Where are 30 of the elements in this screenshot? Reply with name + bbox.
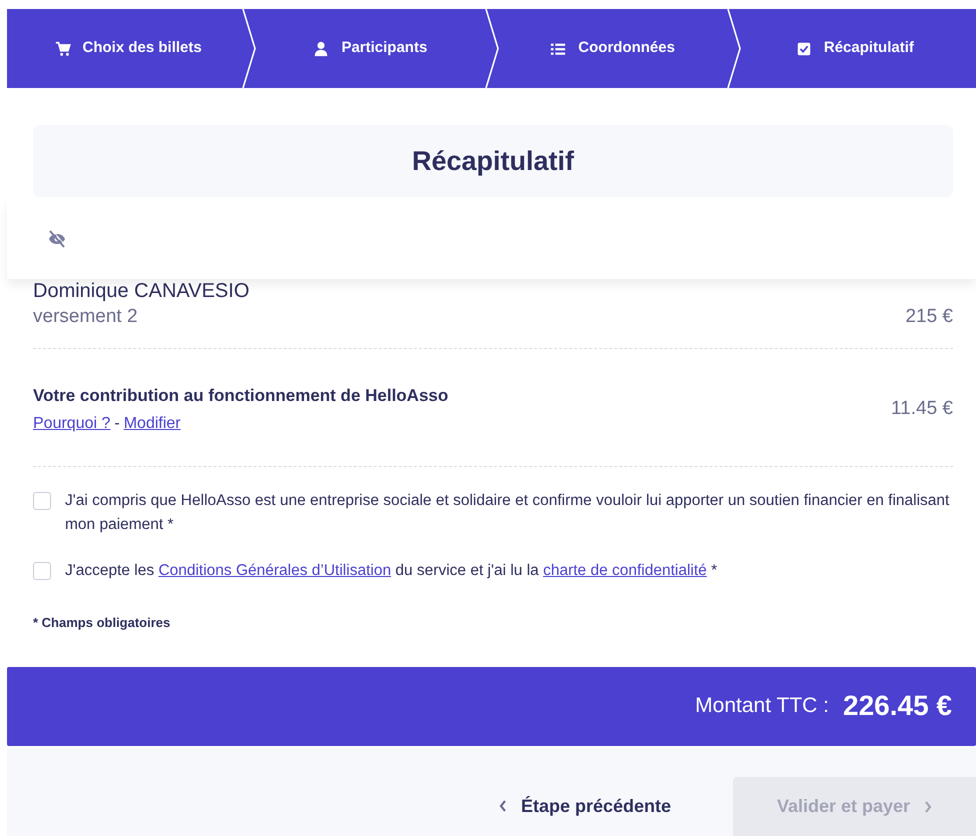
text-link[interactable]: Modifier: [124, 412, 181, 436]
step-label: Coordonnées: [578, 38, 675, 58]
contribution-amount: 11.45 €: [891, 397, 953, 421]
required-note: * Champs obligatoires: [33, 614, 172, 632]
checkbox-icon: [796, 40, 812, 56]
consent-text: J'ai compris que HelloAsso est une entreprise sociale et solidaire et confirme vouloir lui apporter un soutien financier en finalisant mon paiement *: [65, 491, 950, 535]
chevron-right-icon: [924, 800, 932, 812]
contribution-title: Votre contribution au fonctionnement de HelloAsso: [33, 384, 448, 406]
chevron-left-icon: [498, 800, 507, 812]
item-amount: 215 €: [905, 305, 953, 329]
user-icon: [313, 40, 330, 56]
list-icon: [550, 40, 566, 56]
item-detail: versement 2: [33, 305, 139, 329]
checkbox[interactable]: [33, 562, 51, 580]
text-link[interactable]: charte de confidentialité: [543, 562, 707, 579]
total-amount: 226.45 €: [843, 689, 952, 723]
step-label: Choix des billets: [82, 38, 202, 58]
page-title: Récapitulatif: [412, 144, 574, 178]
cart-icon: [54, 40, 71, 56]
total-label: Montant TTC :: [695, 693, 829, 720]
step-label: Participants: [341, 38, 428, 58]
previous-button[interactable]: Étape précédente: [492, 776, 677, 836]
eye-slash-icon[interactable]: [47, 230, 67, 248]
text-link[interactable]: Conditions Générales d’Utilisation: [158, 562, 392, 579]
step-label: Récapitulatif: [824, 38, 914, 58]
checkbox[interactable]: [33, 492, 51, 510]
text-link[interactable]: Pourquoi ?: [33, 412, 110, 436]
consent-text: J'accepte les Conditions Générales d’Utilisation du service et j'ai lu la charte de confidentialité *: [65, 561, 718, 581]
participant-name: Dominique CANAVESIO: [33, 279, 250, 303]
link-separator: -: [114, 414, 120, 434]
